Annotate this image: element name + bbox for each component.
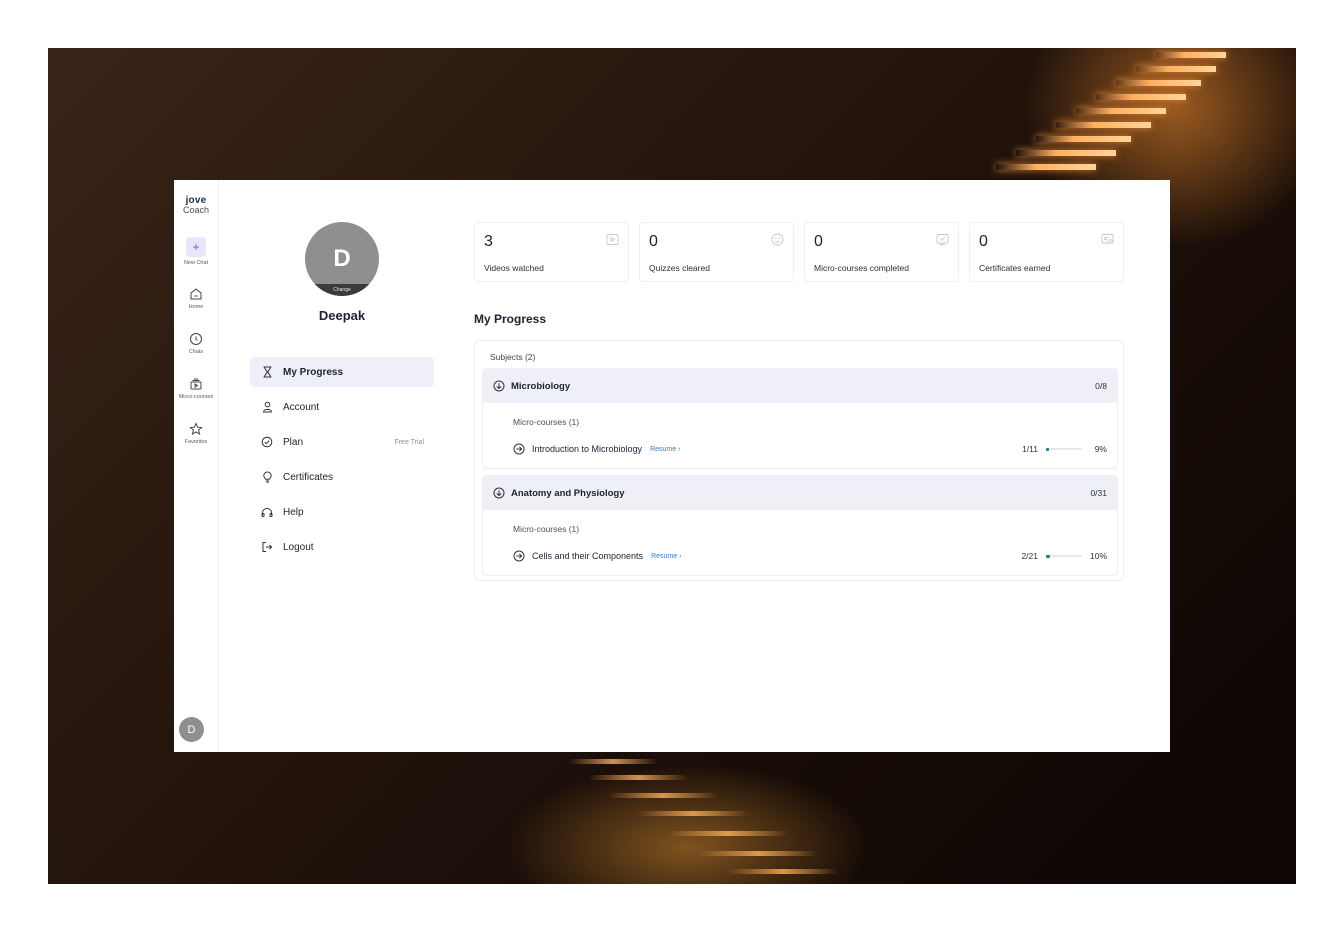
user-avatar-small[interactable]: D [179,717,204,742]
profile-avatar[interactable]: D Change [305,222,379,296]
profile-name: Deepak [318,308,366,323]
background-reflection [528,753,858,884]
micro-courses-label: Micro-courses (1) [513,417,580,427]
rail-home-label: Home [188,303,204,310]
subject-anatomy-physiology: Anatomy and Physiology 0/31 Micro-course… [482,475,1118,576]
subject-count: 0/31 [1090,488,1107,498]
headphones-icon [260,505,274,519]
stat-value: 0 [649,233,658,250]
app-window: jove Coach + New Chat Home Chats Micro-c… [174,180,1170,752]
rail-home[interactable]: Home [174,287,219,310]
resume-link[interactable]: Resume › [651,553,681,560]
plus-icon: + [186,236,206,257]
stat-label: Videos watched [484,263,544,273]
nav-rail: jove Coach + New Chat Home Chats Micro-c… [174,180,219,752]
rail-chats-label: Chats [188,348,204,355]
jove-coach-logo[interactable]: jove Coach [183,195,209,216]
user-icon [260,400,274,414]
rail-chats[interactable]: Chats [174,332,219,355]
stat-value: 3 [484,233,493,250]
stat-label: Micro-courses completed [814,263,909,273]
rail-new-chat-label: New Chat [183,259,209,266]
rail-favorites[interactable]: Favorites [174,422,219,445]
resume-link[interactable]: Resume › [650,446,680,453]
stat-card-micro-courses: 0 Micro-courses completed [804,222,959,282]
subjects-count-label: Subjects (2) [490,352,536,362]
profile-menu: My Progress Account Plan Free Trial Cert… [250,357,434,567]
menu-item-label: Account [283,401,320,413]
chat-bubble-icon [190,332,202,345]
course-progress-bar [1046,554,1082,558]
course-percent: 9% [1094,444,1107,454]
subject-header[interactable]: Anatomy and Physiology 0/31 [483,476,1117,510]
subject-count: 0/8 [1095,381,1107,391]
course-progress-fill [1046,554,1050,558]
stat-label: Quizzes cleared [649,263,710,273]
check-circle-icon [260,435,274,449]
progress-panel: Subjects (2) Microbiology 0/8 Micro-cour… [474,340,1124,581]
plan-tag: Free Trial [394,438,424,446]
subject-header[interactable]: Microbiology 0/8 [483,369,1117,403]
course-title: Introduction to Microbiology [532,444,643,454]
home-icon [190,288,202,300]
menu-item-label: Logout [283,541,314,553]
logo-line2: Coach [182,205,209,215]
certificate-icon [1101,234,1114,244]
menu-item-label: Plan [283,436,304,448]
logout-icon [260,540,274,554]
video-stack-icon [190,378,202,390]
course-fraction: 1/11 [1022,444,1038,454]
subject-name: Microbiology [511,380,571,392]
video-icon [606,234,619,245]
course-check-icon [936,234,949,245]
hourglass-icon [260,365,274,379]
menu-item-label: Help [283,506,304,518]
arrow-right-circle-icon [513,550,525,562]
menu-item-label: My Progress [283,366,344,378]
stat-card-videos: 3 Videos watched [474,222,629,282]
stat-label: Certificates earned [979,263,1051,273]
rail-micro-courses-label: Micro-courses [178,393,214,400]
course-row[interactable]: Introduction to Microbiology Resume › 1/… [513,441,1107,457]
menu-item-logout[interactable]: Logout [250,532,434,562]
course-fraction: 2/21 [1021,551,1038,561]
arrow-right-circle-icon [513,443,525,455]
menu-item-my-progress[interactable]: My Progress [250,357,434,387]
arrow-down-circle-icon [493,487,505,499]
stats-row: 3 Videos watched 0 Quizzes cleared 0 Mic… [474,222,1124,282]
course-row[interactable]: Cells and their Components Resume › 2/21… [513,548,1107,564]
stat-value: 0 [814,233,823,250]
arrow-down-circle-icon [493,380,505,392]
menu-item-account[interactable]: Account [250,392,434,422]
menu-item-help[interactable]: Help [250,497,434,527]
subject-name: Anatomy and Physiology [511,487,625,499]
course-title: Cells and their Components [532,551,644,561]
star-icon [189,422,203,435]
stat-card-quizzes: 0 Quizzes cleared [639,222,794,282]
rail-micro-courses[interactable]: Micro-courses [174,377,219,400]
bulb-icon [260,470,274,484]
menu-item-certificates[interactable]: Certificates [250,462,434,492]
course-progress-bar [1046,447,1082,451]
change-avatar-button[interactable]: Change [305,284,379,296]
subject-microbiology: Microbiology 0/8 Micro-courses (1) Intro… [482,368,1118,469]
profile-avatar-initial: D [333,245,351,272]
menu-item-label: Certificates [283,471,334,483]
micro-courses-label: Micro-courses (1) [513,524,580,534]
menu-item-plan[interactable]: Plan Free Trial [250,427,434,457]
rail-new-chat[interactable]: + New Chat [174,236,219,266]
background-stairs [966,48,1226,183]
rail-favorites-label: Favorites [184,438,208,445]
stat-card-certificates: 0 Certificates earned [969,222,1124,282]
course-percent: 10% [1089,551,1107,561]
course-progress-fill [1046,447,1050,451]
section-title-my-progress: My Progress [474,312,547,326]
quiz-icon [771,233,784,246]
stat-value: 0 [979,233,988,250]
